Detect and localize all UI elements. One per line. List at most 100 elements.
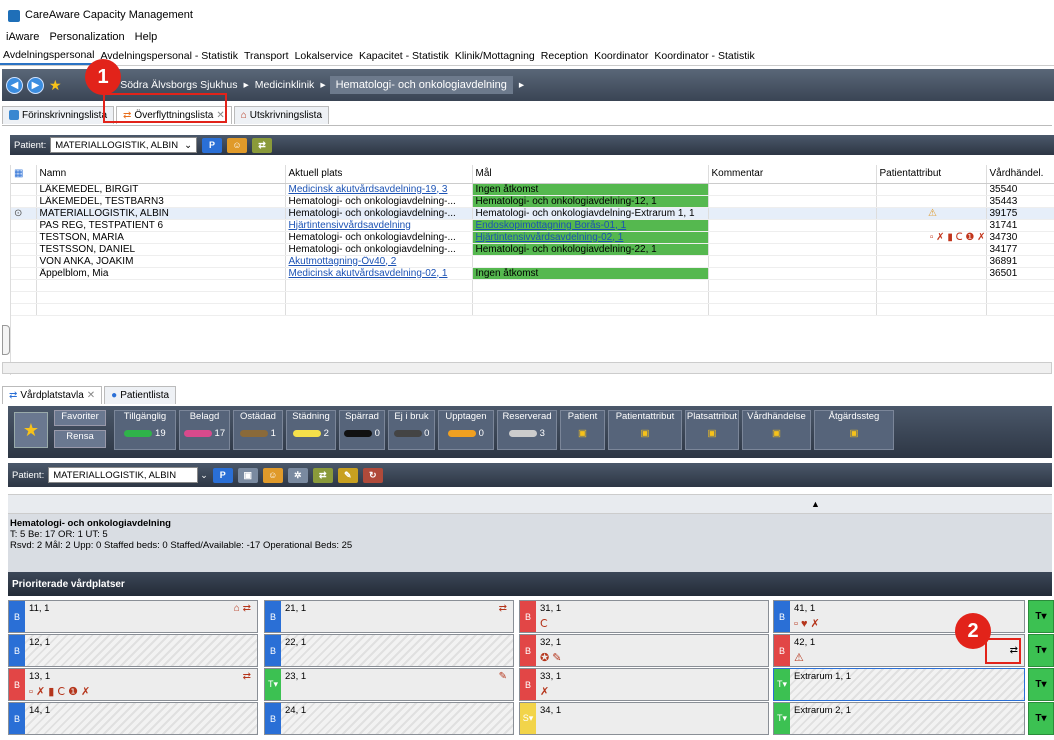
bed-status-tag[interactable]: T▾ (265, 669, 281, 700)
tab-koordinator-statistik[interactable]: Koordinator - Statistik (651, 48, 757, 64)
breadcrumb-unit[interactable]: Hematologi- och onkologiavdelning (329, 76, 513, 94)
bed-tile[interactable]: T▾ 23, 1 ✎ (264, 668, 514, 701)
menu-personalization[interactable]: Personalization (49, 31, 124, 43)
status-filter-2[interactable]: Ostädad 1 (233, 410, 283, 450)
people-icon[interactable]: ☺ (227, 137, 248, 153)
bed-status-tag[interactable]: B (265, 635, 281, 666)
attr-filter-4[interactable]: Åtgärdssteg ▣ (814, 410, 894, 450)
row-expand-icon[interactable]: ⊙ (11, 207, 37, 220)
patient-select-2[interactable]: MATERIALLOGISTIK, ALBIN (48, 467, 199, 483)
p-icon[interactable]: P (202, 137, 223, 153)
p-icon[interactable]: P (212, 467, 233, 483)
transfer-icon[interactable]: ⇄ (312, 467, 333, 483)
bed-status-tag[interactable]: B (520, 669, 536, 700)
table-row[interactable]: TESTSON, MARIA Hematologi- och onkologiav… (11, 231, 1054, 244)
transfer-icon[interactable]: ⇄ (252, 137, 273, 153)
favoriter-button[interactable]: Favoriter (54, 410, 106, 426)
close-icon[interactable]: ✕ (87, 390, 95, 401)
horizontal-scrollbar[interactable] (2, 362, 1052, 374)
tab-patientlista[interactable]: ● Patientlista (104, 386, 177, 404)
bed-status-tag[interactable]: B (9, 703, 25, 734)
attr-filter-3[interactable]: Vårdhändelse ▣ (742, 410, 811, 450)
monitor-icon[interactable]: ▣ (237, 467, 258, 483)
forward-icon[interactable]: ▶ (27, 76, 44, 94)
bed-tile[interactable]: B 31, 1 Ⅽ (519, 600, 769, 633)
tab-forinskrivningslista[interactable]: Förinskrivningslista (2, 105, 115, 124)
bed-status-tag[interactable]: B (9, 601, 25, 632)
status-filter-0[interactable]: Tillgänglig 19 (114, 410, 176, 450)
menu-iaware[interactable]: iAware (6, 31, 39, 43)
collapse-arrow-icon[interactable]: ▲ (811, 499, 820, 509)
bed-tile[interactable]: B 21, 1 ⇄ (264, 600, 514, 633)
tab-klinik-mottagning[interactable]: Klinik/Mottagning (452, 48, 538, 64)
bed-status-tag[interactable]: B (265, 703, 281, 734)
attr-filter-2[interactable]: Platsattribut ▣ (685, 410, 739, 450)
col-patientattribut[interactable]: Patientattribut (876, 165, 987, 184)
back-icon[interactable]: ◀ (6, 76, 23, 94)
table-row[interactable]: Äppelblom, Mia Medicinsk akutvårdsavdelni… (11, 267, 1054, 280)
bed-status-tag[interactable]: B (520, 601, 536, 632)
settings-icon[interactable]: ✲ (287, 467, 308, 483)
side-status-tag[interactable]: T▾ (1028, 634, 1054, 667)
status-filter-5[interactable]: Ej i bruk 0 (388, 410, 435, 450)
bed-tile[interactable]: B 22, 1 (264, 634, 514, 667)
people-icon[interactable]: ☺ (262, 467, 283, 483)
bed-action-icon[interactable]: ✎ (499, 671, 507, 682)
menu-help[interactable]: Help (135, 31, 158, 43)
refresh-icon[interactable]: ↻ (362, 467, 383, 483)
table-row[interactable]: PAS REG, TESTPATIENT 6 Hjärtintensivvårds… (11, 219, 1054, 232)
grid-menu-icon[interactable]: ▦ (11, 165, 37, 184)
status-filter-7[interactable]: Reserverad 3 (497, 410, 557, 450)
side-panel-handle[interactable] (2, 325, 10, 355)
bed-status-tag[interactable]: S▾ (520, 703, 536, 734)
bed-status-tag[interactable]: T▾ (774, 703, 790, 734)
bed-status-tag[interactable]: B (9, 635, 25, 666)
col-aktuell-plats[interactable]: Aktuell plats (285, 165, 473, 184)
bed-status-tag[interactable]: T▾ (774, 669, 790, 700)
bed-tile[interactable]: B 33, 1 ✗ (519, 668, 769, 701)
bed-tile[interactable]: B 11, 1 ⌂ ⇄ (8, 600, 258, 633)
side-status-tag[interactable]: T▾ (1028, 668, 1054, 701)
table-row[interactable]: TESTSSON, DANIEL Hematologi- och onkologi… (11, 243, 1054, 256)
status-filter-4[interactable]: Spärrad 0 (339, 410, 385, 450)
side-status-tag[interactable]: T▾ (1028, 702, 1054, 735)
bed-action-icon[interactable]: ⇄ (243, 671, 251, 682)
bed-status-tag[interactable]: B (520, 635, 536, 666)
table-row[interactable]: LÄKEMEDEL, BIRGIT Medicinsk akutvårdsavde… (11, 183, 1054, 196)
bed-tile[interactable]: T▾ Extrarum 1, 1 (773, 668, 1025, 701)
col-namn[interactable]: Namn (36, 165, 286, 184)
tab-kapacitet-statistik[interactable]: Kapacitet - Statistik (356, 48, 452, 64)
bed-tile[interactable]: B 24, 1 (264, 702, 514, 735)
attr-filter-0[interactable]: Patient ▣ (560, 410, 605, 450)
breadcrumb-hospital[interactable]: Södra Älvsborgs Sjukhus (120, 79, 237, 91)
bed-status-tag[interactable]: B (265, 601, 281, 632)
table-row[interactable]: LÄKEMEDEL, TESTBARN3 Hematologi- och onko… (11, 195, 1054, 208)
patient-select[interactable]: MATERIALLOGISTIK, ALBIN ⌄ (50, 137, 198, 153)
col-vardhandelse[interactable]: Vårdhändel. (986, 165, 1054, 184)
side-status-tag[interactable]: T▾ (1028, 600, 1054, 633)
bed-tile[interactable]: B 13, 1 ⇄ ▫ ✗ ▮ Ⅽ ❶ ✗ (8, 668, 258, 701)
attr-filter-1[interactable]: Patientattribut ▣ (608, 410, 682, 450)
bed-tile[interactable]: T▾ Extrarum 2, 1 (773, 702, 1025, 735)
status-filter-3[interactable]: Städning 2 (286, 410, 336, 450)
status-filter-1[interactable]: Belagd 17 (179, 410, 230, 450)
tab-vardplatstavla[interactable]: ⇄ Vårdplatstavla ✕ (2, 386, 103, 404)
tab-lokalservice[interactable]: Lokalservice (292, 48, 356, 64)
breadcrumb-clinic[interactable]: Medicinklinik (255, 79, 315, 91)
bed-status-tag[interactable]: B (9, 669, 25, 700)
bed-status-tag[interactable]: B (774, 635, 790, 666)
bed-tile[interactable]: B 12, 1 (8, 634, 258, 667)
status-filter-6[interactable]: Upptagen 0 (438, 410, 494, 450)
bed-tile[interactable]: S▾ 34, 1 (519, 702, 769, 735)
star-icon[interactable]: ★ (49, 77, 62, 94)
table-row[interactable]: VON ANKA, JOAKIM Akutmottagning-Öv40, 2 36… (11, 255, 1054, 268)
table-row-selected[interactable]: ⊙ MATERIALLOGISTIK, ALBIN Hematologi- och … (11, 207, 1054, 220)
broom-icon[interactable]: ✎ (337, 467, 358, 483)
favorite-star-icon[interactable]: ★ (14, 412, 48, 448)
splitter[interactable]: ▲ (8, 494, 1052, 514)
bed-tile[interactable]: B 32, 1 ✪ ✎ (519, 634, 769, 667)
tab-avdelningspersonal[interactable]: Avdelningspersonal (0, 47, 98, 65)
tab-avdelningspersonal-statistik[interactable]: Avdelningspersonal - Statistik (97, 48, 241, 64)
tab-transport[interactable]: Transport (241, 48, 292, 64)
col-kommentar[interactable]: Kommentar (708, 165, 877, 184)
